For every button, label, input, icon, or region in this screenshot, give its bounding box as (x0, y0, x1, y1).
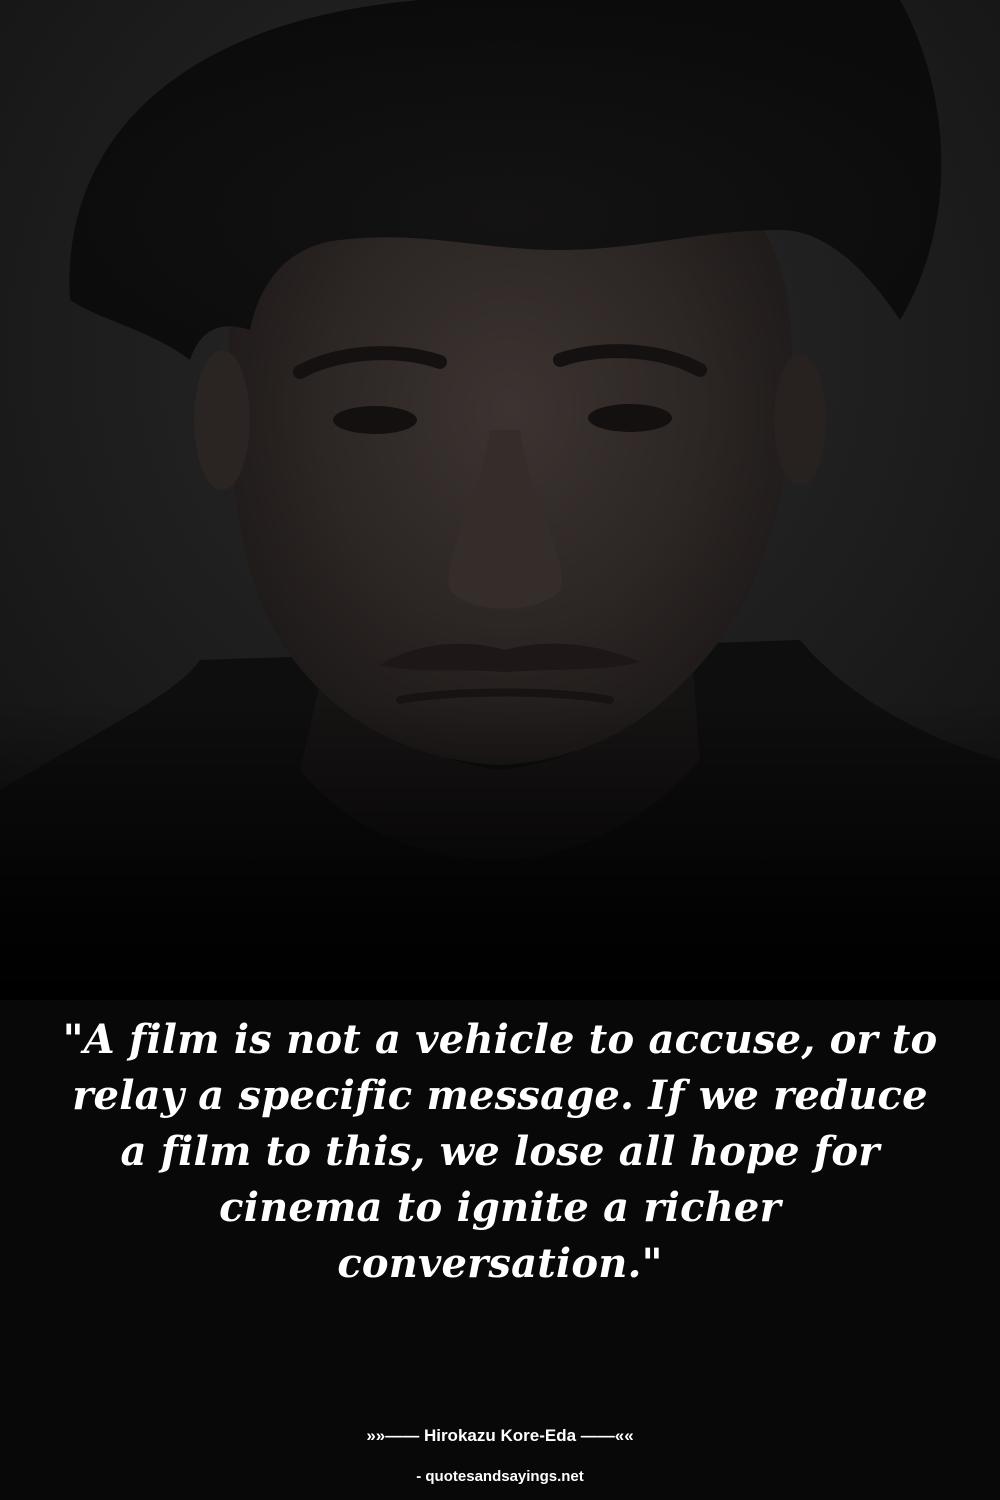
quote-text: "A film is not a vehicle to accuse, or t… (62, 1016, 938, 1287)
author-attribution: »»—— Hirokazu Kore-Eda ——«« (366, 1426, 634, 1445)
photo-fade-overlay (0, 0, 1000, 1000)
source-credit: - quotesandsayings.net (416, 1468, 584, 1485)
quote-poster: "A film is not a vehicle to accuse, or t… (0, 0, 1000, 1500)
